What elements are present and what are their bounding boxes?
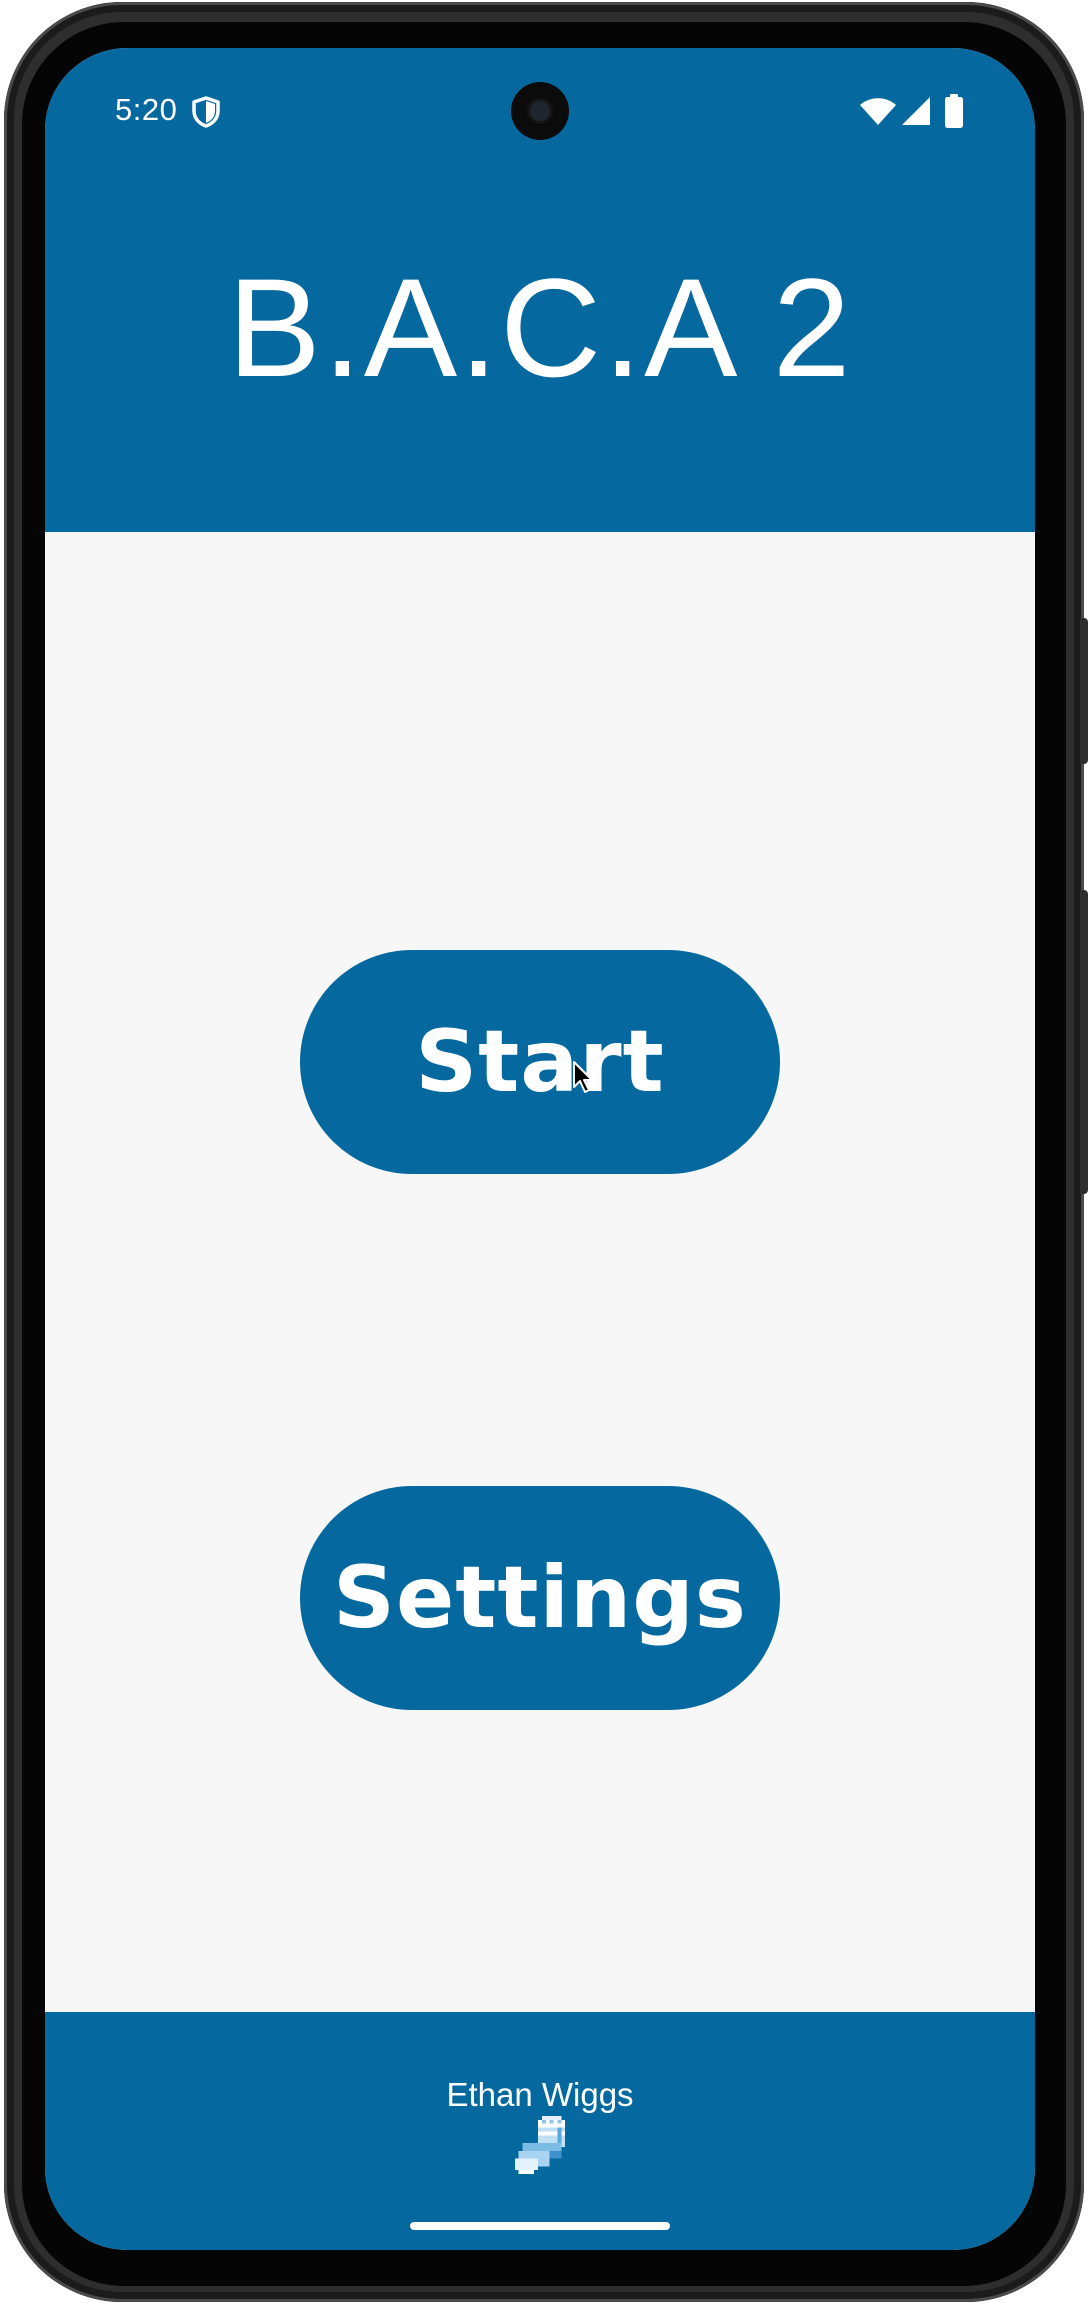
volume-button <box>1080 890 1088 1194</box>
app-header: 5:20 B.A.C.A 2 <box>45 48 1035 532</box>
battery-icon <box>945 94 963 128</box>
author-name: Ethan Wiggs <box>446 2076 634 2113</box>
mouse-cursor-icon <box>573 1061 593 1093</box>
app-title: B.A.C.A 2 <box>227 249 853 406</box>
power-button <box>1080 618 1088 764</box>
phone-device: 5:20 B.A.C.A 2 Start Settings Ethan Wigg… <box>0 0 1088 2304</box>
start-button[interactable]: Start <box>300 950 780 1174</box>
shield-icon <box>192 96 220 128</box>
front-camera <box>511 82 569 140</box>
app-footer: Ethan Wiggs <box>45 2012 1035 2250</box>
screen: 5:20 B.A.C.A 2 Start Settings Ethan Wigg… <box>45 48 1035 2250</box>
wifi-icon <box>860 98 896 125</box>
home-indicator[interactable] <box>410 2222 670 2230</box>
signal-icon <box>902 97 930 125</box>
settings-button[interactable]: Settings <box>300 1486 780 1710</box>
sock-icon <box>514 2116 566 2174</box>
status-bar: 5:20 <box>45 48 1035 168</box>
status-time: 5:20 <box>115 92 178 127</box>
